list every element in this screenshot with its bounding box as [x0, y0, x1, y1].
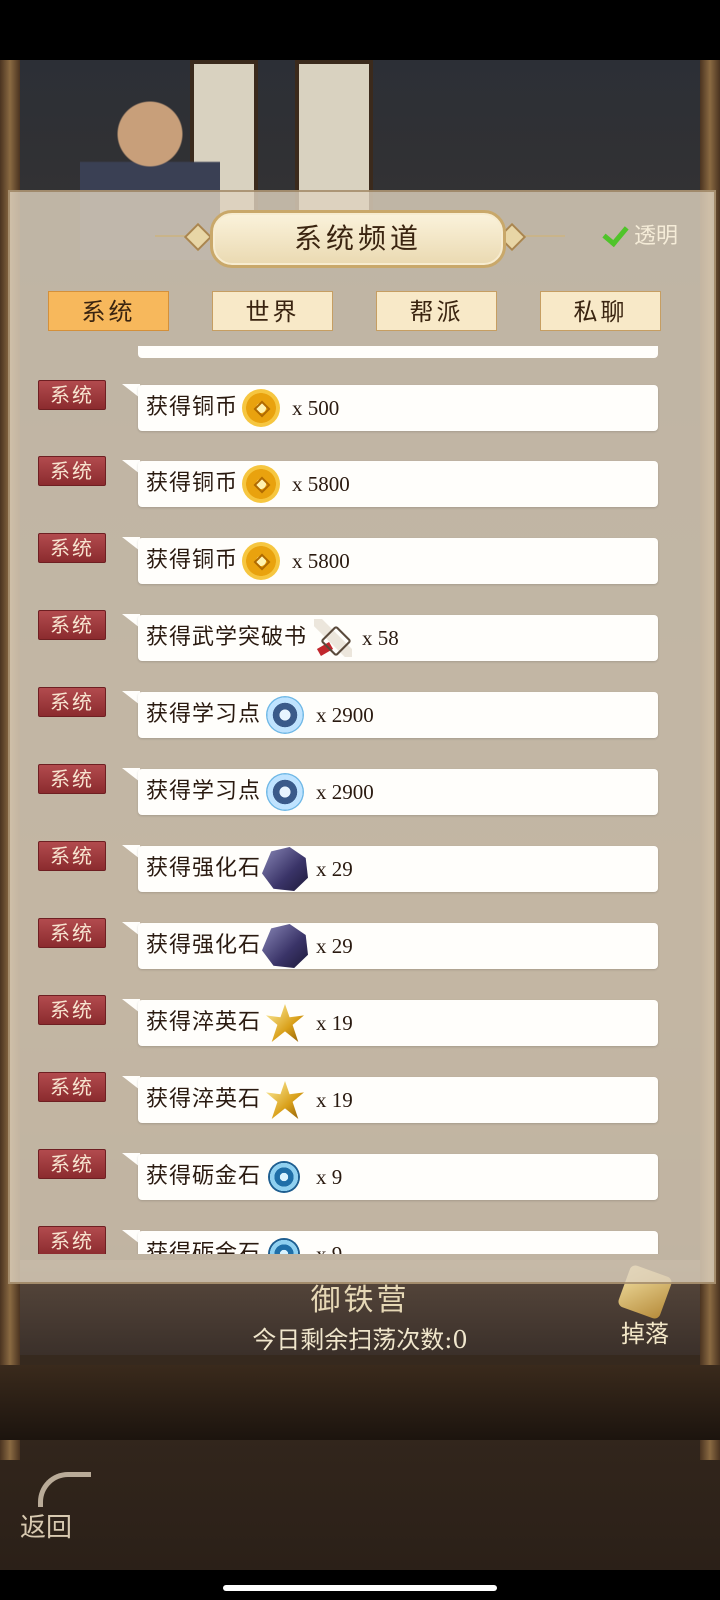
enhance-stone-icon: [262, 847, 308, 891]
message-text: 获得学习点: [146, 779, 262, 804]
tab-guild[interactable]: 帮派: [376, 291, 497, 331]
panel-title: 系统频道: [210, 210, 506, 268]
item-quantity: x 9: [316, 1165, 343, 1189]
item-quantity: x 500: [292, 396, 340, 420]
transparent-label: 透明: [634, 224, 679, 249]
drop-button[interactable]: 掉落: [610, 1263, 680, 1360]
message-bubble: 获得学习点 x 2900: [138, 769, 658, 815]
item-quantity: x 19: [316, 1088, 353, 1112]
transparent-toggle[interactable]: 透明: [602, 218, 678, 250]
list-item: 系统 获得强化石 x 29: [0, 918, 720, 978]
channel-tabs: 系统 世界 帮派 私聊: [48, 291, 661, 333]
message-text: 获得砺金石: [146, 1164, 262, 1189]
message-bubble: 获得强化石 x 29: [138, 923, 658, 969]
system-tag: 系统: [38, 610, 106, 640]
message-bubble: 获得砺金石 x 9: [138, 1154, 658, 1200]
copper-coin-icon: [242, 389, 280, 427]
system-tag: 系统: [38, 764, 106, 794]
list-item: 系统 获得淬英石 x 19: [0, 1072, 720, 1132]
system-tag: 系统: [38, 1149, 106, 1179]
system-tag: 系统: [38, 380, 106, 410]
system-tag: 系统: [38, 456, 106, 486]
item-quantity: x 2900: [316, 780, 374, 804]
message-text: 获得淬英石: [146, 1010, 262, 1035]
whetstone-gold-icon: [268, 1161, 300, 1193]
list-item: 系统 获得铜币 x 5800: [0, 533, 720, 593]
list-item: 系统 获得强化石 x 29: [0, 841, 720, 901]
list-item: 系统 获得学习点 x 2900: [0, 764, 720, 824]
drop-label: 掉落: [621, 1320, 669, 1348]
martial-breakthrough-book-icon: [314, 619, 352, 657]
bottom-wood-bar: [0, 1365, 720, 1440]
message-bubble: 获得学习点 x 2900: [138, 692, 658, 738]
item-quantity: x 29: [316, 857, 353, 881]
whetstone-gold-icon: [268, 1238, 300, 1254]
temper-stone-icon: [266, 1081, 304, 1119]
system-tag: 系统: [38, 841, 106, 871]
item-quantity: x 2900: [316, 703, 374, 727]
tab-system[interactable]: 系统: [48, 291, 169, 331]
list-item: 系统 获得砺金石 x 9: [0, 1149, 720, 1209]
system-tag: 系统: [38, 1226, 106, 1254]
list-item: 系统 获得铜币 x 500: [0, 380, 720, 440]
tab-private[interactable]: 私聊: [540, 291, 661, 331]
message-list[interactable]: 系统 获得铜币 x 500 系统 获得铜币 x 5800 系统 获得铜币 x 5…: [0, 346, 720, 1254]
message-text: 获得砺金石: [146, 1241, 262, 1254]
message-text: 获得淬英石: [146, 1087, 262, 1112]
system-tag: 系统: [38, 1072, 106, 1102]
item-quantity: x 29: [316, 934, 353, 958]
study-point-icon: [266, 773, 304, 811]
message-bubble: 获得铜币 x 5800: [138, 461, 658, 507]
back-label: 返回: [20, 1513, 73, 1543]
tab-world[interactable]: 世界: [212, 291, 333, 331]
message-bubble: 获得砺金石 x 9: [138, 1231, 658, 1254]
copper-coin-icon: [242, 465, 280, 503]
home-indicator[interactable]: [223, 1585, 497, 1591]
system-tag: 系统: [38, 533, 106, 563]
temper-stone-icon: [266, 1004, 304, 1042]
list-item: 系统 获得铜币 x 5800: [0, 456, 720, 516]
message-text: 获得强化石: [146, 933, 262, 958]
study-point-icon: [266, 696, 304, 734]
item-quantity: x 9: [316, 1242, 343, 1254]
copper-coin-icon: [242, 542, 280, 580]
item-quantity: x 5800: [292, 472, 350, 496]
message-bubble: 获得淬英石 x 19: [138, 1000, 658, 1046]
plaque-ornament-line: [520, 235, 565, 237]
list-item: 系统 获得学习点 x 2900: [0, 687, 720, 747]
enhance-stone-icon: [262, 924, 308, 968]
system-tag: 系统: [38, 918, 106, 948]
list-item: 系统 获得淬英石 x 19: [0, 995, 720, 1055]
message-text: 获得铜币: [146, 548, 239, 573]
message-bubble: 获得铜币 x 5800: [138, 538, 658, 584]
message-text: 获得学习点: [146, 702, 262, 727]
message-bubble: 获得强化石 x 29: [138, 846, 658, 892]
message-text: 获得强化石: [146, 856, 262, 881]
list-item: 系统 获得武学突破书 x 58: [0, 610, 720, 670]
message-text: 获得铜币: [146, 471, 239, 496]
checkmark-icon: [602, 220, 630, 248]
message-bubble: 获得淬英石 x 19: [138, 1077, 658, 1123]
item-quantity: x 5800: [292, 549, 350, 573]
message-bubble: 获得武学突破书 x 58: [138, 615, 658, 661]
back-button[interactable]: 返回: [20, 1472, 100, 1543]
item-quantity: x 58: [362, 626, 399, 650]
list-item: 系统 获得砺金石 x 9: [0, 1226, 720, 1254]
system-tag: 系统: [38, 995, 106, 1025]
system-tag: 系统: [38, 687, 106, 717]
message-text: 获得铜币: [146, 395, 239, 420]
message-text: 获得武学突破书: [146, 625, 308, 650]
message-bubble: 获得铜币 x 500: [138, 385, 658, 431]
item-quantity: x 19: [316, 1011, 353, 1035]
